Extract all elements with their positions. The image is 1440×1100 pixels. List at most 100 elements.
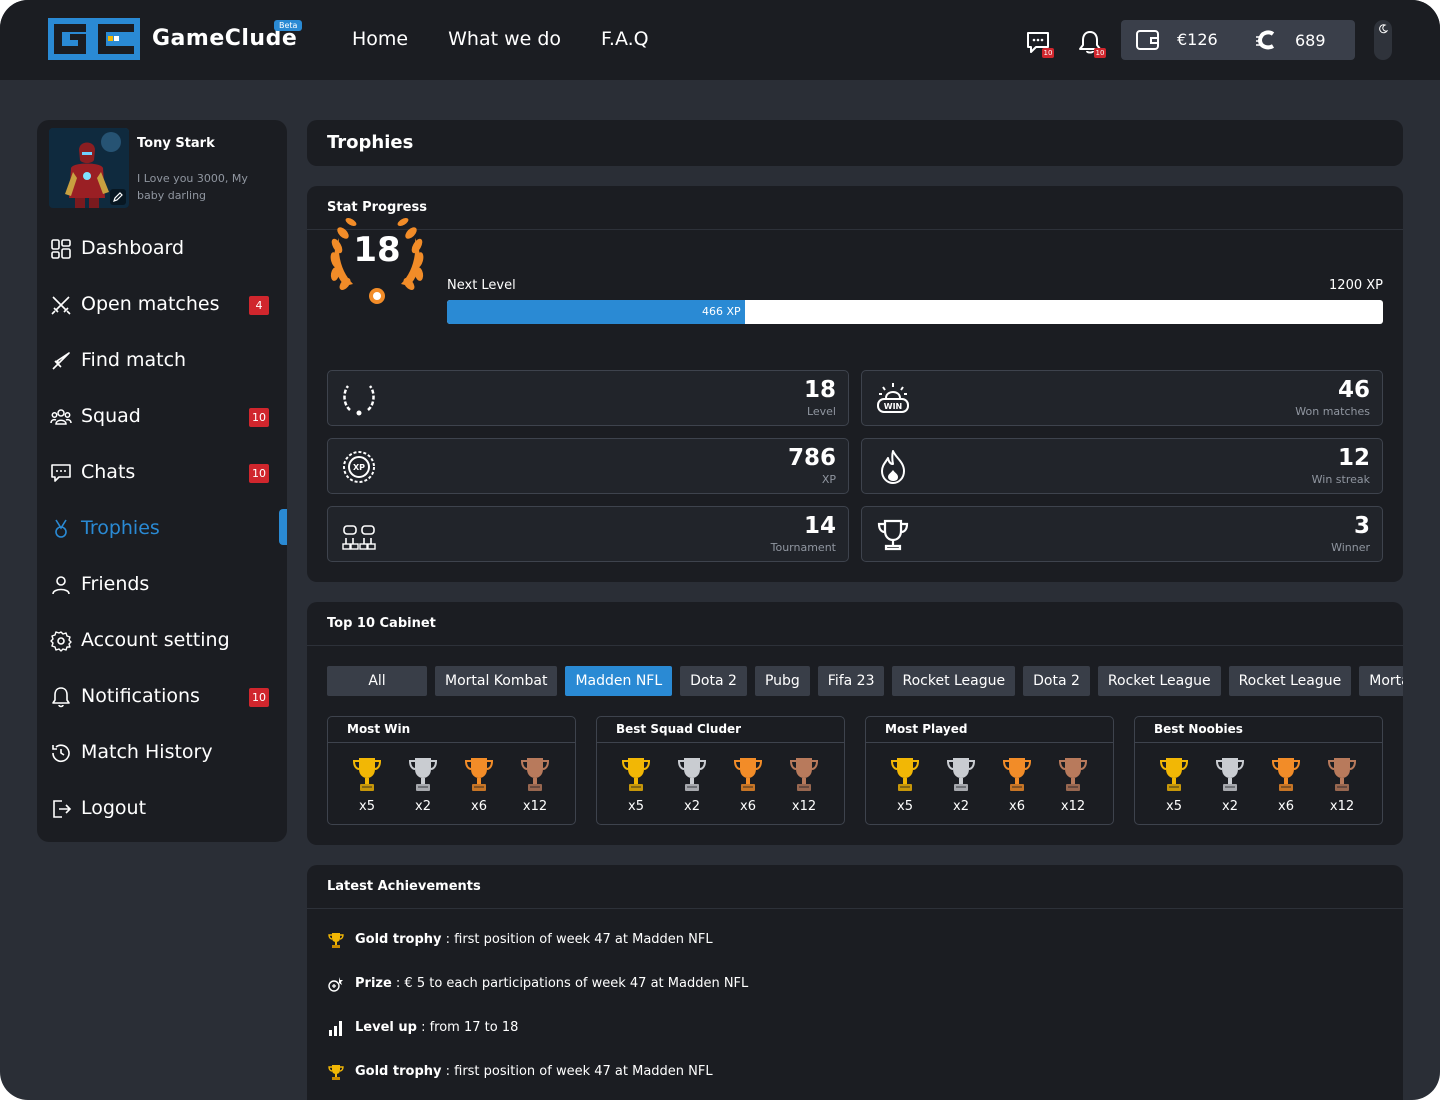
achievement-title: Level up	[355, 1020, 417, 1035]
trophy-icon	[677, 758, 707, 791]
history-icon	[52, 744, 70, 763]
squad-icon	[50, 409, 72, 425]
sidebar-item-label: Dashboard	[81, 237, 185, 259]
sidebar-item-squad[interactable]: Squad 10	[37, 397, 287, 437]
achievement-text: Gold trophy : first position of week 47 …	[355, 932, 713, 947]
sidebar-item-chats[interactable]: Chats 10	[37, 453, 287, 493]
nav-faq[interactable]: F.A.Q	[601, 28, 649, 50]
stat-card-level: 18 Level	[327, 370, 849, 426]
sidebar-item-label: Match History	[81, 741, 213, 763]
stat-value: 46	[1337, 377, 1370, 403]
trophy-icon	[1215, 758, 1245, 791]
cabinet-card-title: Most Win	[347, 722, 411, 736]
trophy-count: x6	[740, 799, 756, 814]
sidebar-item-logout[interactable]: Logout	[37, 789, 287, 829]
sidebar-item-match-history[interactable]: Match History	[37, 733, 287, 773]
achievements-panel: Latest Achievements Gold trophy : first …	[307, 865, 1403, 1100]
cabinet-card[interactable]: Most Played x5 x2 x6 x12	[865, 716, 1114, 825]
trophy-count: x5	[1166, 799, 1182, 814]
tab-fifa-23[interactable]: Fifa 23	[817, 666, 885, 696]
stat-label: Won matches	[1295, 405, 1370, 418]
stat-label: Tournament	[770, 541, 836, 554]
trophy-icon	[352, 758, 382, 791]
achievement-item: Gold trophy : first position of week 47 …	[327, 929, 1327, 953]
stat-progress-panel: Stat Progress 18 Next Level 1200 XP 466 …	[307, 186, 1403, 582]
tab-madden-nfl[interactable]: Madden NFL	[565, 666, 673, 696]
sidebar-item-dashboard[interactable]: Dashboard	[37, 229, 287, 269]
achievement-title: Gold trophy	[355, 932, 442, 947]
sidebar-item-label: Notifications	[81, 685, 200, 707]
current-xp-label: 466 XP	[701, 305, 741, 318]
trophy-count: x5	[628, 799, 644, 814]
stat-card-xp: XP 786 XP	[327, 438, 849, 494]
stat-label: Winner	[1331, 541, 1370, 554]
tab-rocket-league[interactable]: Rocket League	[892, 666, 1016, 696]
cabinet-card[interactable]: Best Squad Cluder x5 x2 x6 x12	[596, 716, 845, 825]
user-name: Tony Stark	[137, 136, 215, 151]
trophy-icon	[1002, 758, 1032, 791]
logo[interactable]: GameClude Beta	[48, 18, 308, 62]
tab-rocket-league-b[interactable]: Rocket League	[1097, 666, 1221, 696]
stat-value: 14	[803, 513, 836, 539]
sidebar-item-label: Squad	[81, 405, 141, 427]
stat-label: Win streak	[1311, 473, 1370, 486]
tab-rocket-league-c[interactable]: Rocket League	[1228, 666, 1352, 696]
nav-what-we-do[interactable]: What we do	[448, 28, 561, 50]
nav-home[interactable]: Home	[352, 28, 408, 50]
friends-icon	[52, 576, 70, 595]
sidebar-item-notifications[interactable]: Notifications 10	[37, 677, 287, 717]
page-header: Trophies	[307, 120, 1403, 166]
trophy-icon	[464, 758, 494, 791]
sidebar-item-label: Open matches	[81, 293, 220, 315]
divider	[328, 742, 575, 743]
bell-icon	[52, 687, 70, 708]
active-indicator	[279, 509, 287, 545]
stat-card-tournament: 14 Tournament	[327, 506, 849, 562]
tab-pubg[interactable]: Pubg	[754, 666, 810, 696]
stat-value: 786	[787, 445, 836, 471]
edit-avatar-button[interactable]	[110, 189, 126, 205]
tab-mortal-kombat-b[interactable]: Mortal Kombat	[1359, 666, 1403, 696]
logout-icon	[53, 800, 72, 818]
trophy-count: x5	[359, 799, 375, 814]
chat-badge: 10	[1042, 48, 1054, 58]
trophy-icon	[946, 758, 976, 791]
sidebar-item-account-setting[interactable]: Account setting	[37, 621, 287, 661]
trophy-icon	[733, 758, 763, 791]
chats-badge: 10	[249, 464, 269, 483]
notification-button[interactable]: 10	[1076, 28, 1106, 58]
trophy-count: x12	[1060, 799, 1086, 814]
trophy-count: x5	[897, 799, 913, 814]
app-frame: GameClude Beta Home What we do F.A.Q 10 …	[0, 0, 1440, 1100]
avatar[interactable]	[49, 128, 129, 208]
trophy-count: x6	[1009, 799, 1025, 814]
theme-toggle[interactable]	[1374, 20, 1392, 60]
trophy-count: x2	[1222, 799, 1238, 814]
cabinet-panel: Top 10 Cabinet All Mortal Kombat Madden NF…	[307, 602, 1403, 845]
wallet[interactable]: €126 689	[1121, 20, 1355, 60]
trophy-icon	[877, 519, 909, 551]
sidebar-item-find-match[interactable]: Find match	[37, 341, 287, 381]
trophy-count: x6	[471, 799, 487, 814]
cabinet-card[interactable]: Best Noobies x5 x2 x6 x12	[1134, 716, 1383, 825]
notifications-badge: 10	[249, 688, 269, 707]
stat-card-winner: 3 Winner	[861, 506, 1383, 562]
stat-card-win-streak: 12 Win streak	[861, 438, 1383, 494]
cabinet-card[interactable]: Most Win x5 x2 x6 x12	[327, 716, 576, 825]
open-matches-badge: 4	[249, 296, 269, 315]
tab-dota-2-b[interactable]: Dota 2	[1023, 666, 1090, 696]
wallet-amount: €126	[1177, 30, 1218, 49]
max-xp-label: 1200 XP	[1329, 278, 1383, 293]
tab-mortal-kombat[interactable]: Mortal Kombat	[435, 666, 558, 696]
achievement-detail: : € 5 to each participations of week 47 …	[391, 976, 749, 991]
cabinet-title: Top 10 Cabinet	[327, 616, 436, 631]
chat-button[interactable]: 10	[1024, 28, 1054, 58]
gamepad-bracket-icon	[342, 525, 376, 550]
divider	[1135, 742, 1382, 743]
sidebar-item-friends[interactable]: Friends	[37, 565, 287, 605]
sidebar-item-trophies[interactable]: Trophies	[37, 509, 287, 549]
trophy-icon	[1327, 758, 1357, 791]
sidebar-item-open-matches[interactable]: Open matches 4	[37, 285, 287, 325]
tab-dota-2[interactable]: Dota 2	[680, 666, 747, 696]
tab-all[interactable]: All	[327, 666, 427, 696]
